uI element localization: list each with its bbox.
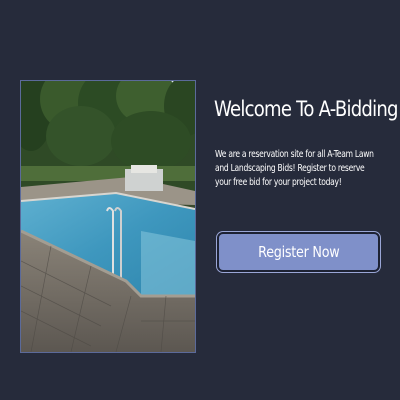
register-now-label: Register Now: [257, 243, 340, 261]
pool-photo: [20, 80, 196, 353]
page: Welcome To A-Bidding We are a reservatio…: [0, 0, 400, 400]
intro-text: We are a reservation site for all A-Team…: [215, 149, 374, 188]
register-now-button[interactable]: Register Now: [217, 232, 380, 272]
page-title: Welcome To A-Bidding: [214, 97, 399, 121]
